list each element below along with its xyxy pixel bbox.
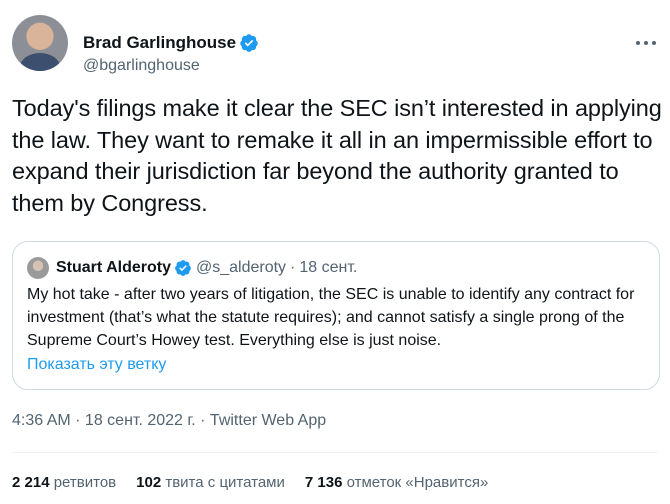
retweets-stat[interactable]: 2 214 ретвитов bbox=[12, 474, 116, 491]
tweet-text: Today's filings make it clear the SEC is… bbox=[12, 95, 662, 216]
quoted-tweet-text: My hot take - after two years of litigat… bbox=[27, 286, 635, 349]
stat-value: 7 136 bbox=[304, 474, 343, 491]
divider bbox=[12, 452, 658, 453]
quoted-tweet-header: Stuart Alderoty @s_alderoty · 18 сент. bbox=[27, 257, 357, 279]
tweet-header: Brad Garlinghouse @bgarlinghouse bbox=[12, 15, 658, 81]
verified-badge-icon bbox=[175, 260, 191, 276]
likes-stat[interactable]: 7 136 отметок «Нравится» bbox=[305, 474, 488, 491]
stat-value: 2 214 bbox=[12, 474, 50, 491]
quoted-author-display-name: Stuart Alderoty bbox=[56, 259, 171, 276]
tweet-timestamp[interactable]: 4:36 AM · 18 сент. 2022 г. · Twitter Web… bbox=[12, 412, 326, 430]
verified-badge-icon bbox=[240, 34, 258, 52]
quoted-tweet-date: 18 сент. bbox=[299, 259, 358, 276]
stat-value: 102 bbox=[136, 474, 162, 491]
stat-label: твита с цитатами bbox=[165, 474, 285, 491]
more-options-icon[interactable] bbox=[634, 33, 658, 53]
quote-tweets-stat[interactable]: 102 твита с цитатами bbox=[136, 474, 285, 491]
tweet-stats: 2 214 ретвитов 102 твита с цитатами 7 13… bbox=[12, 474, 488, 491]
show-thread-link[interactable]: Показать эту ветку bbox=[27, 356, 166, 374]
quoted-author-avatar bbox=[27, 257, 49, 279]
author-display-name[interactable]: Brad Garlinghouse bbox=[83, 33, 236, 53]
author-handle[interactable]: @bgarlinghouse bbox=[83, 57, 259, 75]
meta-separator: · bbox=[290, 259, 296, 276]
author-name-block: Brad Garlinghouse @bgarlinghouse bbox=[83, 32, 259, 75]
quoted-author-handle: @s_alderoty bbox=[195, 259, 287, 276]
author-avatar[interactable] bbox=[12, 15, 68, 71]
quoted-tweet[interactable]: Stuart Alderoty @s_alderoty · 18 сент. M… bbox=[12, 241, 660, 390]
stat-label: отметок «Нравится» bbox=[346, 474, 489, 491]
stat-label: ретвитов bbox=[53, 474, 117, 491]
